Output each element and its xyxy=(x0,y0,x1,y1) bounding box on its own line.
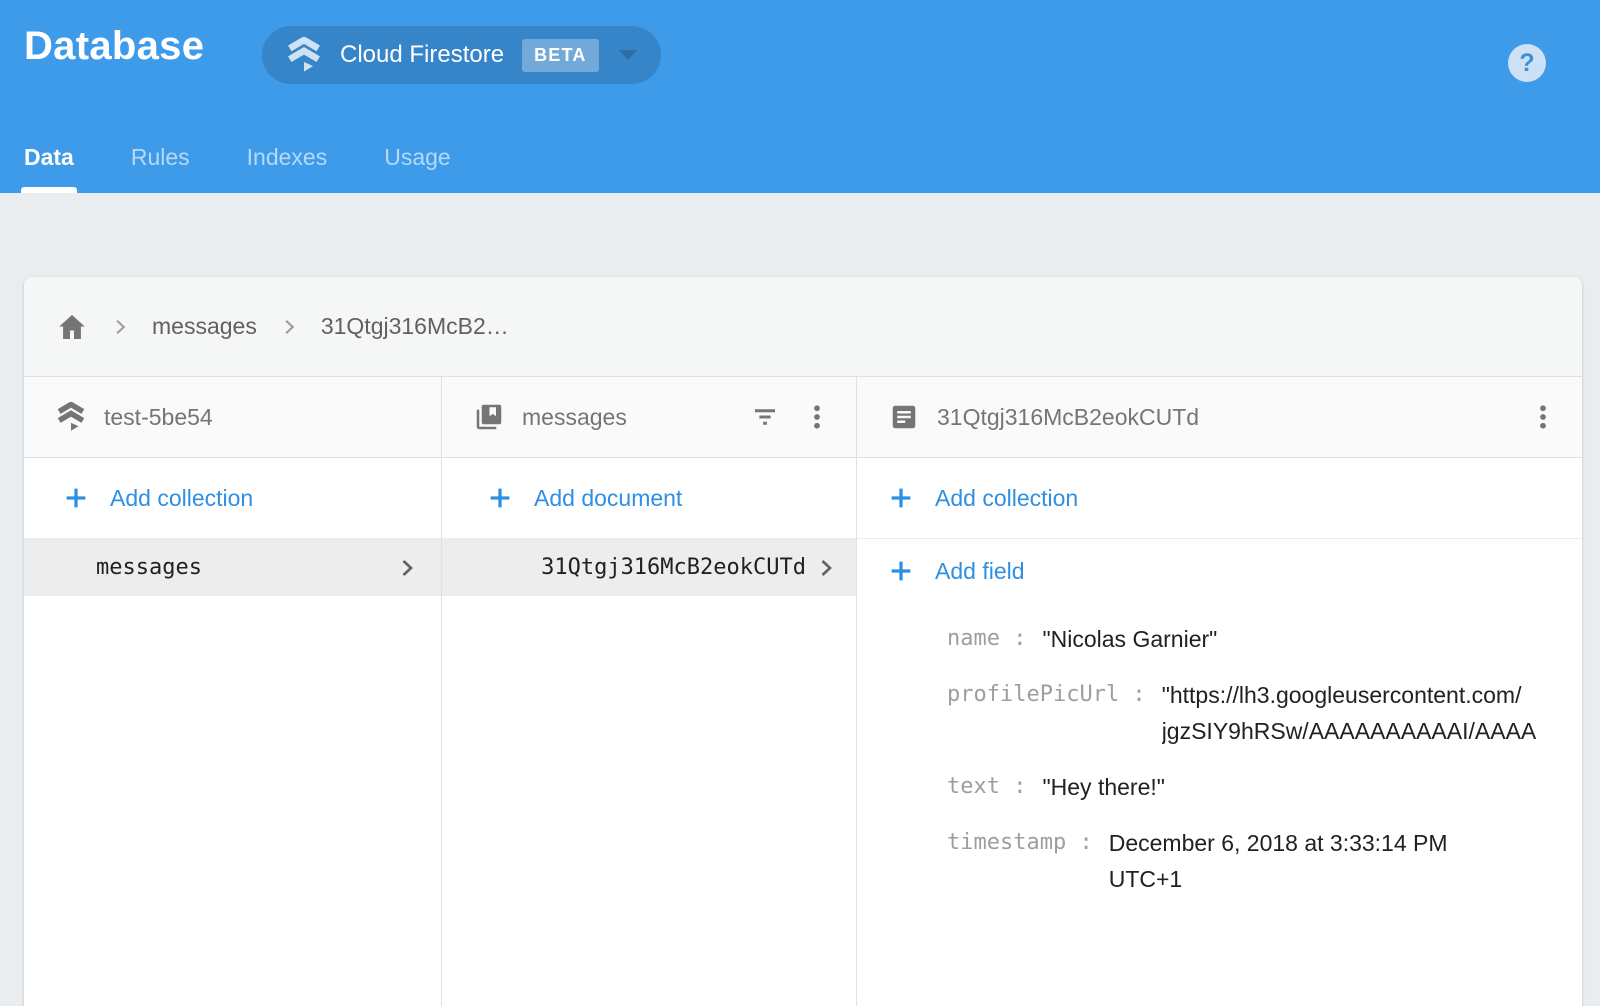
chevron-right-icon xyxy=(395,556,419,580)
field-row-timestamp[interactable]: timestamp December 6, 2018 at 3:33:14 PM… xyxy=(947,825,1582,897)
beta-badge: BETA xyxy=(522,39,598,72)
chevron-right-icon xyxy=(110,317,130,337)
page-title: Database xyxy=(24,24,204,69)
field-row-name[interactable]: name "Nicolas Garnier" xyxy=(947,621,1582,657)
field-value-line: "Nicolas Garnier" xyxy=(1042,621,1582,657)
field-list: name "Nicolas Garnier" profilePicUrl "ht… xyxy=(857,603,1582,1006)
tab-bar: Data Rules Indexes Usage xyxy=(24,121,508,193)
collection-list-item[interactable]: messages xyxy=(24,539,441,596)
add-subcollection-button[interactable]: Add collection xyxy=(857,458,1582,539)
field-value-line: "https://lh3.googleusercontent.com/ xyxy=(1162,677,1582,713)
add-subcollection-label: Add collection xyxy=(935,485,1078,512)
breadcrumb: messages 31Qtgj316McB2… xyxy=(24,277,1582,377)
field-value: "Hey there!" xyxy=(1042,769,1582,805)
field-value: "https://lh3.googleusercontent.com/ jgzS… xyxy=(1162,677,1582,749)
document-title: 31Qtgj316McB2eokCUTd xyxy=(937,404,1506,431)
app-header: Database Cloud Firestore BETA ? Data Rul… xyxy=(0,0,1600,193)
help-button[interactable]: ? xyxy=(1508,44,1546,82)
product-name: Cloud Firestore xyxy=(340,41,504,69)
add-field-label: Add field xyxy=(935,558,1025,585)
breadcrumb-collection[interactable]: messages xyxy=(152,313,257,340)
add-collection-button[interactable]: Add collection xyxy=(24,458,441,539)
panel-collection: messages Add document 31Qtgj316McB2eokCU… xyxy=(442,377,857,1006)
more-vert-icon[interactable] xyxy=(1528,402,1558,432)
field-value: December 6, 2018 at 3:33:14 PM UTC+1 xyxy=(1109,825,1582,897)
collection-title: messages xyxy=(522,404,728,431)
plus-icon xyxy=(62,484,90,512)
field-key: name xyxy=(947,621,1026,657)
document-icon xyxy=(889,402,919,432)
tab-usage[interactable]: Usage xyxy=(384,121,450,193)
add-document-label: Add document xyxy=(534,485,682,512)
root-panel-header: test-5be54 xyxy=(24,377,441,458)
plus-icon xyxy=(486,484,514,512)
field-row-text[interactable]: text "Hey there!" xyxy=(947,769,1582,805)
plus-icon xyxy=(887,557,915,585)
collection-panel-header: messages xyxy=(442,377,856,458)
breadcrumb-document[interactable]: 31Qtgj316McB2… xyxy=(321,313,509,340)
firestore-icon xyxy=(56,402,86,432)
field-value-line: December 6, 2018 at 3:33:14 PM xyxy=(1109,825,1582,861)
field-key: text xyxy=(947,769,1026,805)
collection-icon xyxy=(474,402,504,432)
chevron-right-icon xyxy=(814,556,838,580)
add-document-button[interactable]: Add document xyxy=(442,458,856,539)
add-collection-label: Add collection xyxy=(110,485,253,512)
firestore-data-card: messages 31Qtgj316McB2… test-5be54 Add c… xyxy=(24,277,1582,1006)
tab-indexes[interactable]: Indexes xyxy=(247,121,328,193)
panel-columns: test-5be54 Add collection messages xyxy=(24,377,1582,1006)
firestore-icon xyxy=(286,37,322,73)
document-panel-header: 31Qtgj316McB2eokCUTd xyxy=(857,377,1582,458)
field-value-line: "Hey there!" xyxy=(1042,769,1582,805)
product-selector-dropdown[interactable]: Cloud Firestore BETA xyxy=(262,26,661,84)
document-list-item[interactable]: 31Qtgj316McB2eokCUTd xyxy=(442,539,856,596)
field-value: "Nicolas Garnier" xyxy=(1042,621,1582,657)
panel-database-root: test-5be54 Add collection messages xyxy=(24,377,442,1006)
field-value-line: UTC+1 xyxy=(1109,861,1582,897)
filter-icon[interactable] xyxy=(750,402,780,432)
field-key: timestamp xyxy=(947,825,1093,861)
tab-rules[interactable]: Rules xyxy=(131,121,190,193)
field-row-profilePicUrl[interactable]: profilePicUrl "https://lh3.googleusercon… xyxy=(947,677,1582,749)
more-vert-icon[interactable] xyxy=(802,402,832,432)
home-icon[interactable] xyxy=(56,311,88,343)
field-key: profilePicUrl xyxy=(947,677,1146,713)
tab-data[interactable]: Data xyxy=(24,121,74,193)
field-value-line: jgzSIY9hRSw/AAAAAAAAAAI/AAAA xyxy=(1162,713,1582,749)
chevron-right-icon xyxy=(279,317,299,337)
add-field-button[interactable]: Add field xyxy=(857,539,1582,603)
plus-icon xyxy=(887,484,915,512)
question-mark-icon: ? xyxy=(1519,49,1534,78)
collection-name: messages xyxy=(96,555,395,580)
document-id: 31Qtgj316McB2eokCUTd xyxy=(541,555,806,580)
panel-document: 31Qtgj316McB2eokCUTd Add collection Add … xyxy=(857,377,1582,1006)
chevron-down-icon xyxy=(619,50,637,60)
database-name: test-5be54 xyxy=(104,404,417,431)
